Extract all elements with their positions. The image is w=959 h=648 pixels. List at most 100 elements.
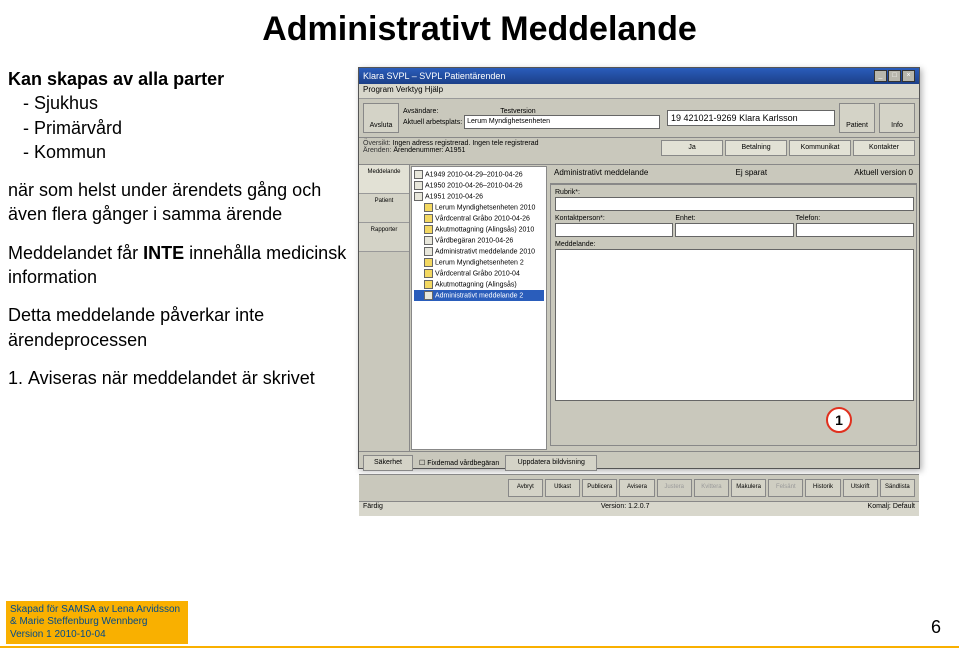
avbryt-button[interactable]: Avbryt (508, 479, 543, 497)
tree-label: Akutmottagning (Alingsås) 2010 (435, 226, 534, 233)
doc-icon (424, 236, 433, 245)
kontakt-input[interactable] (555, 223, 673, 237)
uppdatera-button[interactable]: Uppdatera bildvisning (505, 455, 597, 471)
telefon-input[interactable] (796, 223, 914, 237)
lbl-kontakt: Kontaktperson*: (555, 215, 671, 222)
oversikt-value: Ingen adress registrerad. Ingen tele reg… (393, 140, 539, 147)
left-heading: Kan skapas av alla parter (8, 67, 358, 91)
party-list: Sjukhus Primärvård Kommun (8, 91, 358, 164)
doc-icon (424, 247, 433, 256)
info-button[interactable]: Info (879, 103, 915, 133)
tree-node[interactable]: Vårdcentral Gråbo 2010-04 (414, 268, 544, 279)
tree-node[interactable]: Lerum Myndighetsenheten 2010 (414, 202, 544, 213)
tree-label: A1949 2010-04-29–2010-04-26 (425, 171, 523, 178)
utskrift-button[interactable]: Utskrift (843, 479, 878, 497)
tree-node[interactable]: Administrativt meddelande 2010 (414, 246, 544, 257)
tree-view[interactable]: A1949 2010-04-29–2010-04-26 A1950 2010-0… (411, 166, 547, 450)
tree-node[interactable]: A1951 2010-04-26 (414, 191, 544, 202)
tree-node[interactable]: Vårdbegäran 2010-04-26 (414, 235, 544, 246)
left-para-3: Detta meddelande påverkar inte ärendepro… (8, 303, 358, 352)
lbl-enhet: Enhet: (675, 215, 791, 222)
panel-header: Administrativt meddelande Ej sparat Aktu… (550, 167, 917, 184)
tab-betalning[interactable]: Betalning (725, 140, 787, 156)
footer-line: Version 1 2010-10-04 (10, 629, 180, 642)
tree-node[interactable]: Vårdcentral Gråbo 2010-04-26 (414, 213, 544, 224)
folder-icon (414, 192, 423, 201)
left-para-1: när som helst under ärendets gång och äv… (8, 178, 358, 227)
subbar-buttons: Ja Betalning Kommunikat Kontakter (661, 140, 915, 162)
left-ol-item: Aviseras när meddelandet är skrivet (28, 366, 358, 390)
utkast-button[interactable]: Utkast (545, 479, 580, 497)
tab-kontakter[interactable]: Kontakter (853, 140, 915, 156)
left-column: Kan skapas av alla parter Sjukhus Primär… (8, 67, 358, 469)
checkbox-label: Fixdemad vårdbegäran (427, 460, 499, 467)
window-buttons: _ □ × (874, 70, 915, 82)
panel-title-text: Administrativt meddelande (554, 168, 648, 182)
felsant-button[interactable]: Felsänt (768, 479, 803, 497)
tree-label: Akutmottagning (Alingsås) (435, 281, 517, 288)
party-item: Primärvård (34, 116, 358, 140)
publicera-button[interactable]: Publicera (582, 479, 617, 497)
tree-node[interactable]: A1950 2010-04-26–2010-04-26 (414, 180, 544, 191)
bottom-left-bar: Säkerhet ☐ Fixdemad vårdbegäran Uppdater… (359, 451, 919, 474)
lbl-rubrik: Rubrik*: (555, 189, 912, 196)
patient-id-input[interactable]: 19 421021-9269 Klara Karlsson (667, 110, 835, 126)
tree-node[interactable]: Lerum Myndighetsenheten 2 (414, 257, 544, 268)
tree-node[interactable]: Akutmottagning (Alingsås) 2010 (414, 224, 544, 235)
close-icon[interactable]: × (902, 70, 915, 82)
checkbox-fixdemad[interactable]: ☐ Fixdemad vårdbegäran (419, 459, 499, 467)
titlebar: Klara SVPL – SVPL Patientärenden _ □ × (359, 68, 919, 84)
tree-label: Vårdbegäran 2010-04-26 (435, 237, 513, 244)
lbl-avsandare: Avsändare: (403, 108, 438, 115)
page-number: 6 (931, 617, 941, 638)
tree-node[interactable]: Akutmottagning (Alingsås) (414, 279, 544, 290)
status-version: Version: 1.2.0.7 (601, 503, 650, 515)
sakerhet-button[interactable]: Säkerhet (363, 455, 413, 471)
minimize-icon[interactable]: _ (874, 70, 887, 82)
tree-node[interactable]: A1949 2010-04-29–2010-04-26 (414, 169, 544, 180)
unit-icon (424, 280, 433, 289)
kvittera-button[interactable]: Kvittera (694, 479, 729, 497)
lbl-testversion: Testversion (500, 108, 535, 115)
justera-button[interactable]: Justera (657, 479, 692, 497)
unit-icon (424, 225, 433, 234)
avisera-button[interactable]: Avisera (619, 479, 654, 497)
folder-icon (414, 170, 423, 179)
sidetab-meddelande[interactable]: Meddelande (359, 165, 409, 194)
callout-1: 1 (826, 407, 852, 433)
subbar: Översikt: Ingen adress registrerad. Inge… (359, 138, 919, 165)
arendenr: Ärendenummer: A1951 (393, 147, 465, 154)
avsluta-button[interactable]: Avsluta (363, 103, 399, 133)
tab-kommunikat[interactable]: Kommunikat (789, 140, 851, 156)
tree-node-selected[interactable]: Administrativt meddelande 2 (414, 290, 544, 301)
patient-button[interactable]: Patient (839, 103, 875, 133)
unit-icon (424, 258, 433, 267)
tree-label: Lerum Myndighetsenheten 2 (435, 259, 524, 266)
meddelande-textarea[interactable] (555, 249, 914, 401)
footer: Skapad för SAMSA av Lena Arvidsson & Mar… (0, 588, 959, 648)
left-ol: Aviseras när meddelandet är skrivet (8, 366, 358, 390)
window-title: Klara SVPL – SVPL Patientärenden (363, 71, 505, 81)
sandlista-button[interactable]: Sändlista (880, 479, 915, 497)
bottom-toolbar: Avbryt Utkast Publicera Avisera Justera … (359, 474, 919, 501)
sidetab-rapporter[interactable]: Rapporter (359, 223, 409, 252)
tab-ja[interactable]: Ja (661, 140, 723, 156)
sidetab-patient[interactable]: Patient (359, 194, 409, 223)
toolbar-fields: Avsändare: Testversion Aktuell arbetspla… (403, 108, 663, 129)
unit-icon (424, 203, 433, 212)
emphasis: INTE (143, 243, 184, 263)
status-left: Färdig (363, 503, 383, 515)
enhet-input[interactable] (675, 223, 793, 237)
text: Meddelandet får (8, 243, 143, 263)
maximize-icon[interactable]: □ (888, 70, 901, 82)
lbl-oversikt: Översikt: (363, 140, 391, 147)
folder-icon (414, 181, 423, 190)
arbetsplats-select[interactable]: Lerum Myndighetsenheten (464, 115, 660, 129)
menubar[interactable]: Program Verktyg Hjälp (359, 84, 919, 99)
footer-line: Skapad för SAMSA av Lena Arvidsson (10, 604, 180, 617)
lbl-meddelande: Meddelande: (555, 241, 912, 248)
historik-button[interactable]: Historik (805, 479, 840, 497)
lbl-arenden: Ärenden: (363, 147, 391, 154)
makulera-button[interactable]: Makulera (731, 479, 766, 497)
rubrik-input[interactable] (555, 197, 914, 211)
